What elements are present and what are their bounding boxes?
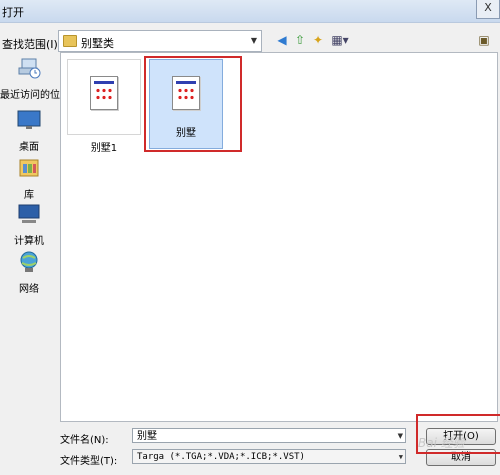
chevron-down-icon: ▼ [398,453,403,461]
window-title: 打开 [2,6,24,19]
place-network[interactable]: 网络 [0,250,58,295]
library-icon [19,159,39,177]
computer-icon [18,204,40,223]
image-file-icon [90,76,118,110]
filename-input[interactable]: 别墅 ▼ [132,428,406,443]
filename-label: 文件名(N): [60,435,109,446]
filetype-label: 文件类型(T): [60,456,118,467]
desktop-icon [17,110,41,129]
image-file-icon [172,76,200,110]
title-bar: 打开 X [0,0,500,23]
place-label: 计算机 [14,236,44,247]
file-item[interactable]: 别墅1 [65,59,143,154]
look-in-value: 别墅类 [81,37,114,50]
chevron-down-icon: ▼ [397,432,403,440]
place-recent[interactable]: 最近访问的位置 [0,56,70,101]
view-menu-icon[interactable]: ▦▾ [328,32,352,48]
place-label: 库 [24,190,34,201]
cancel-button[interactable]: 取消 [426,449,496,466]
desktop-shortcut-icon[interactable]: ▣ [476,32,492,48]
watermark: Bai 经验 [418,436,465,450]
new-folder-icon[interactable]: ✦ [310,32,326,48]
place-library[interactable]: 库 [0,156,58,201]
place-desktop[interactable]: 桌面 [0,108,58,153]
file-name: 别墅1 [90,143,118,154]
close-button[interactable]: X [476,0,500,19]
look-in-label: 查找范围(I): [2,38,62,51]
chevron-down-icon: ▼ [250,36,257,45]
filetype-select[interactable]: Targa (*.TGA;*.VDA;*.ICB;*.VST) ▼ [132,449,406,464]
file-item-selected[interactable]: 别墅 [147,59,225,149]
network-icon [20,251,38,272]
file-name: 别墅 [176,128,196,139]
file-list-view[interactable]: 别墅1 别墅 [60,52,498,422]
back-icon[interactable]: ◀ [274,32,290,48]
place-label: 最近访问的位置 [0,90,70,101]
up-folder-icon[interactable]: ⇧ [292,32,308,48]
file-thumbnail: 别墅 [149,59,223,149]
folder-icon [63,35,77,47]
places-bar: 最近访问的位置 桌面 库 计算机 网络 [0,54,70,420]
place-label: 桌面 [19,142,39,153]
recent-places-icon [18,58,41,79]
place-computer[interactable]: 计算机 [0,202,58,247]
file-thumbnail [67,59,141,135]
filename-value: 别墅 [137,431,157,442]
place-label: 网络 [19,284,39,295]
filetype-value: Targa (*.TGA;*.VDA;*.ICB;*.VST) [137,452,305,462]
look-in-dropdown[interactable]: 别墅类 ▼ [58,30,262,52]
